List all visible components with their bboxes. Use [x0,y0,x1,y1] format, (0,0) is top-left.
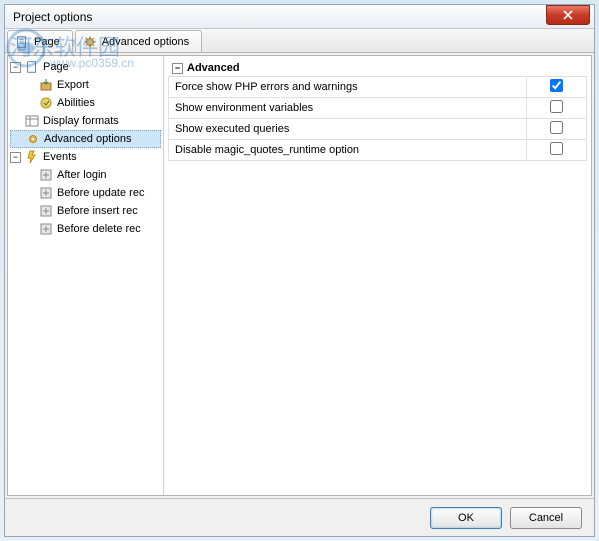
option-checkbox-env-vars[interactable] [550,100,563,113]
option-checkbox-executed-queries[interactable] [550,121,563,134]
nav-tree: − Page Export Abilities Display formats [8,56,164,495]
page-icon [24,59,40,75]
tab-advanced-options[interactable]: Advanced options [75,30,202,52]
tree-label: Events [43,151,77,163]
cancel-button[interactable]: Cancel [510,507,582,529]
titlebar: Project options [5,5,594,29]
tree-label: Before insert rec [57,205,138,217]
tree-node-after-login[interactable]: After login [10,166,161,184]
tree-label: Display formats [43,115,119,127]
option-label: Force show PHP errors and warnings [169,77,527,98]
page-icon [14,34,30,50]
content-panel: − Advanced Force show PHP errors and war… [164,56,591,495]
gear-icon [82,34,98,50]
option-row: Disable magic_quotes_runtime option [169,140,587,161]
tree-node-before-delete[interactable]: Before delete rec [10,220,161,238]
gear-icon [25,131,41,147]
option-checkbox-force-php-errors[interactable] [550,79,563,92]
tree-label: Page [43,61,69,73]
export-icon [38,77,54,93]
event-item-icon [38,185,54,201]
tree-label: Abilities [57,97,95,109]
tree-label: After login [57,169,107,181]
tree-label: Export [57,79,89,91]
event-item-icon [38,203,54,219]
tree-node-advanced-options[interactable]: Advanced options [10,130,161,148]
option-checkbox-magic-quotes[interactable] [550,142,563,155]
body-area: − Page Export Abilities Display formats [7,55,592,496]
formats-icon [24,113,40,129]
collapse-icon[interactable]: − [10,62,21,73]
event-item-icon [38,167,54,183]
tree-node-before-update[interactable]: Before update rec [10,184,161,202]
close-icon [563,10,573,20]
tab-page[interactable]: Page [7,30,73,52]
collapse-icon[interactable]: − [10,152,21,163]
window-title: Project options [13,10,92,24]
section-header: − Advanced [168,60,587,76]
tree-node-page[interactable]: − Page [10,58,161,76]
option-row: Force show PHP errors and warnings [169,77,587,98]
tree-node-display-formats[interactable]: Display formats [10,112,161,130]
ok-button[interactable]: OK [430,507,502,529]
tab-label: Advanced options [102,36,189,48]
tab-label: Page [34,36,60,48]
events-icon [24,149,40,165]
dialog-footer: OK Cancel [5,498,594,536]
tree-label: Before update rec [57,187,144,199]
option-label: Disable magic_quotes_runtime option [169,140,527,161]
abilities-icon [38,95,54,111]
tab-bar: Page Advanced options [5,29,594,53]
option-label: Show executed queries [169,119,527,140]
tree-node-events[interactable]: − Events [10,148,161,166]
options-grid: Force show PHP errors and warnings Show … [168,76,587,161]
close-button[interactable] [546,5,590,25]
section-title: Advanced [187,62,240,74]
tree-label: Before delete rec [57,223,141,235]
option-label: Show environment variables [169,98,527,119]
tree-node-abilities[interactable]: Abilities [10,94,161,112]
collapse-icon[interactable]: − [172,63,183,74]
tree-node-before-insert[interactable]: Before insert rec [10,202,161,220]
event-item-icon [38,221,54,237]
option-row: Show executed queries [169,119,587,140]
dialog-window: Project options Page Advanced options − … [4,4,595,537]
tree-label: Advanced options [44,133,131,145]
option-row: Show environment variables [169,98,587,119]
tree-node-export[interactable]: Export [10,76,161,94]
